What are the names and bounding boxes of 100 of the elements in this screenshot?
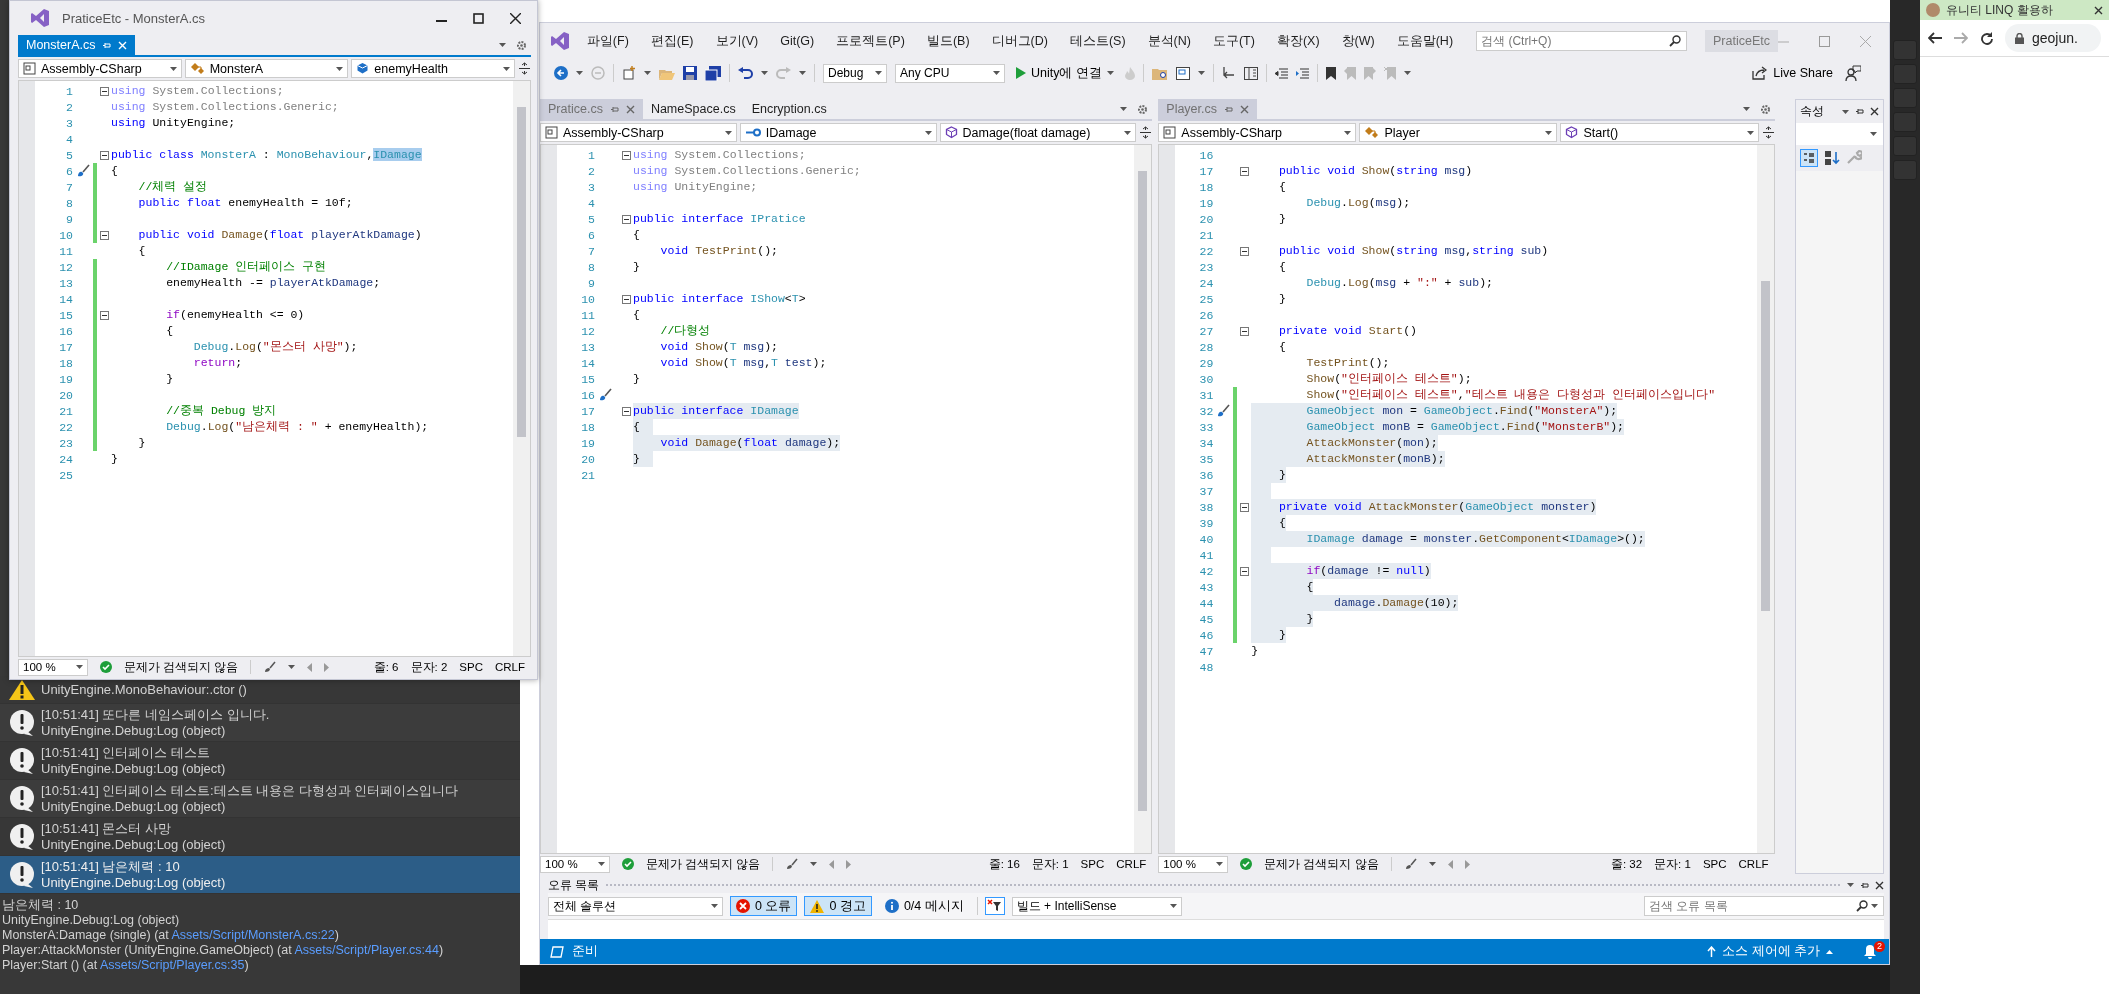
menu-item[interactable]: 도움말(H) [1385,32,1465,50]
navigation-dropdown[interactable]: MonsterA [184,59,349,78]
pin-icon[interactable] [1860,880,1869,890]
navigation-dropdown[interactable]: Start() [1560,123,1759,142]
navigation-dropdown[interactable]: Assembly-CSharp [1158,123,1357,142]
configuration-dropdown[interactable]: Debug [823,63,887,83]
browser-tab[interactable]: 유니티 LINQ 활용하 [1920,0,2109,20]
scope-dropdown[interactable]: 전체 솔루션 [548,896,723,916]
bookmark-icon[interactable] [1325,66,1336,80]
vertical-scrollbar[interactable] [1134,145,1152,853]
address-bar[interactable]: geojun. [2005,24,2101,52]
columns-icon[interactable] [1243,66,1258,80]
menu-item[interactable]: 보기(V) [704,32,770,50]
filter-toggle[interactable]: 0 경고 [804,896,872,916]
collapse-icon[interactable] [1239,246,1249,256]
file-tab[interactable]: MonsterA.cs [18,35,136,55]
file-tab[interactable]: NameSpace.cs [642,99,744,119]
menu-item[interactable]: 프로젝트(P) [825,32,916,50]
line-ending[interactable]: CRLF [1116,858,1147,870]
navigation-dropdown[interactable]: Player [1359,123,1558,142]
menu-item[interactable]: 빌드(B) [915,32,981,50]
zoom-dropdown[interactable]: 100 % [540,855,610,873]
close-icon[interactable] [2094,5,2103,15]
menu-item[interactable]: Git(G) [769,34,826,48]
navigation-dropdown[interactable]: enemyHealth [351,59,515,78]
platform-dropdown[interactable]: Any CPU [895,63,1005,83]
indent-icon[interactable] [1295,67,1309,79]
line-ending[interactable]: CRLF [1738,858,1769,870]
log-entry[interactable]: [10:51:41] 인터페이스 테스트:테스트 내용은 다형성과 인터페이스입니다 UnityEngine.Debug:Log (object) [0,780,520,818]
collapse-icon[interactable] [1239,502,1249,512]
new-item-icon[interactable] [622,66,636,80]
source-dropdown[interactable]: 빌드 + IntelliSense [1011,896,1182,916]
settings-icon[interactable] [1137,103,1149,115]
close-icon[interactable] [510,12,521,24]
menu-item[interactable]: 파일(F) [575,32,640,50]
save-all-icon[interactable] [705,65,721,81]
collapse-icon[interactable] [99,86,109,96]
filter-toggle[interactable]: 0/4 메시지 [878,896,970,916]
file-link[interactable]: Assets/Script/Player.cs:35 [99,958,245,972]
collapse-icon[interactable] [99,150,109,160]
search-field[interactable]: 검색 오류 목록 [1644,896,1884,916]
vertical-scrollbar[interactable] [513,81,530,656]
bell-icon[interactable] [1863,943,1877,959]
collapse-icon[interactable] [1239,166,1249,176]
output-icon[interactable] [550,945,564,958]
navigation-dropdown[interactable]: Assembly-CSharp [18,59,182,78]
save-icon[interactable] [683,66,697,80]
filter-toggle[interactable]: 0 오류 [730,896,798,916]
split-icon[interactable] [518,62,531,75]
menu-item[interactable]: 테스트(S) [1058,32,1137,50]
pin-icon[interactable] [102,40,112,50]
split-icon[interactable] [1761,126,1775,139]
navigation-dropdown[interactable]: Assembly-CSharp [540,123,737,142]
collapse-icon[interactable] [621,294,631,304]
menu-item[interactable]: 창(W) [1330,32,1386,50]
collapse-icon[interactable] [1239,326,1249,336]
settings-icon[interactable] [516,39,527,51]
search-field[interactable]: 검색 (Ctrl+Q) [1476,31,1688,51]
live-share-button[interactable]: Live Share [1748,66,1837,80]
log-entry[interactable]: [10:51:41] 남은체력 : 10 UnityEngine.Debug:Log (object) [0,856,520,894]
menu-item[interactable]: 분석(N) [1136,32,1202,50]
settings-icon[interactable] [1759,103,1771,115]
whitespace-mode[interactable]: SPC [1080,858,1105,870]
menu-item[interactable]: 편집(E) [639,32,705,50]
collapse-icon[interactable] [99,230,109,240]
collapse-icon[interactable] [1239,566,1249,576]
categorized-icon[interactable] [1799,149,1818,167]
file-tab[interactable]: Encryption.cs [743,99,835,119]
menu-item[interactable]: 디버그(D) [980,32,1059,50]
brush-icon[interactable] [598,388,612,402]
back-icon[interactable] [1928,32,1942,44]
undo-icon[interactable] [738,66,753,80]
split-icon[interactable] [1139,126,1153,139]
file-link[interactable]: Assets/Script/Player.cs:44 [294,943,439,957]
folder-search-icon[interactable] [1151,66,1168,80]
maximize-icon[interactable] [473,12,484,24]
navigation-dropdown[interactable]: IDamage [739,123,937,142]
log-entry[interactable]: [10:51:41] 또다른 네임스페이스 입니다. UnityEngine.Debug:Log (object) [0,704,520,742]
collapse-icon[interactable] [621,150,631,160]
filter-icon[interactable] [984,897,1005,915]
collapse-icon[interactable] [621,406,631,416]
menu-item[interactable]: 확장(X) [1265,32,1331,50]
collapse-icon[interactable] [99,310,109,320]
close-icon[interactable] [1870,107,1879,116]
run-button[interactable]: Unity에 연결 [1013,64,1117,82]
whitespace-mode[interactable]: SPC [1702,858,1727,870]
close-icon[interactable] [1875,880,1884,890]
window-icon[interactable] [1175,66,1190,80]
brush-icon[interactable] [1403,858,1417,870]
brush-icon[interactable] [785,858,799,870]
brush-icon[interactable] [76,164,90,178]
feedback-icon[interactable] [1845,65,1861,81]
line-ending[interactable]: CRLF [494,661,525,673]
pin-icon[interactable] [1855,107,1864,116]
source-control-button[interactable]: 소스 제어에 추가 [1707,943,1833,960]
brush-icon[interactable] [1216,404,1231,418]
reload-icon[interactable] [1980,31,1993,45]
menu-item[interactable]: 도구(T) [1201,32,1266,50]
brush-icon[interactable] [263,661,277,673]
whitespace-mode[interactable]: SPC [459,661,483,673]
